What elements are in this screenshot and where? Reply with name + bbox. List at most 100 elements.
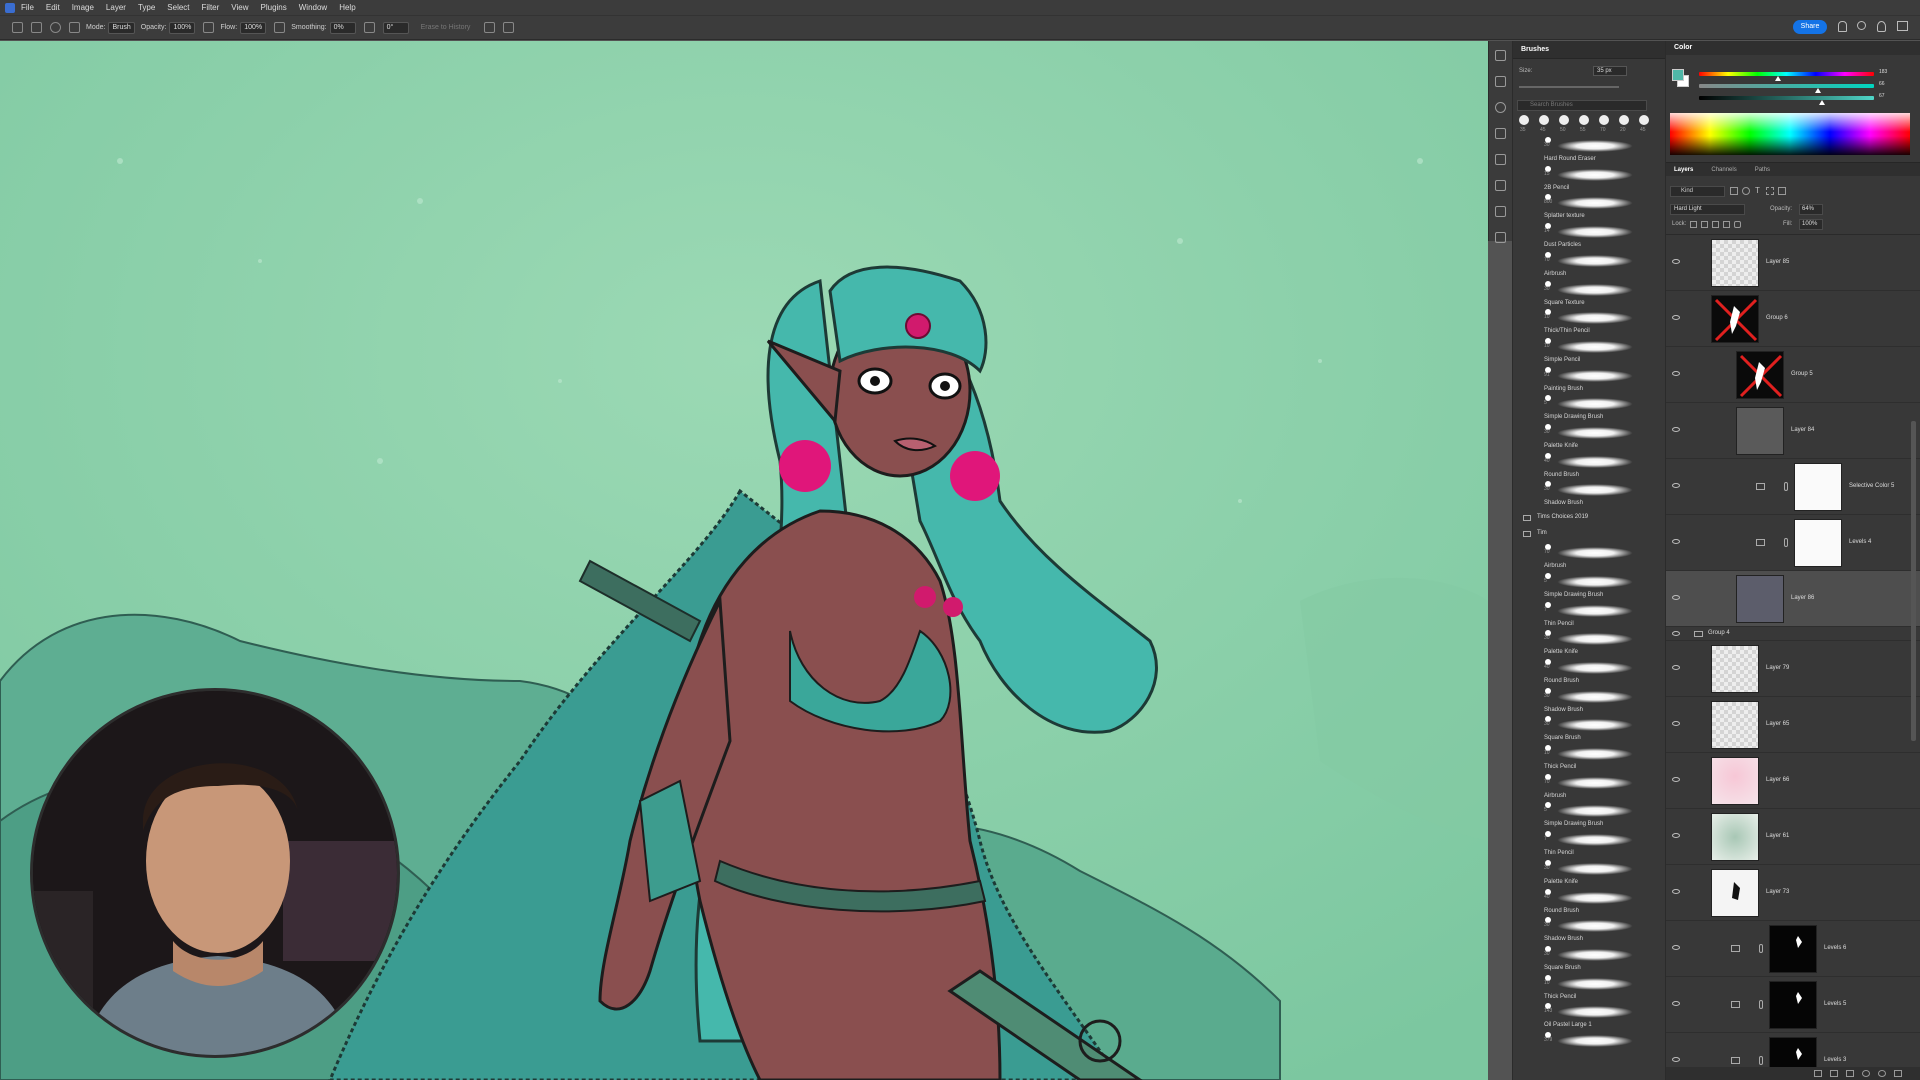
brush-preset-4[interactable]: [1599, 115, 1609, 125]
hue-slider[interactable]: [1699, 72, 1874, 76]
layer-row[interactable]: Levels 6: [1666, 921, 1920, 977]
gear-icon[interactable]: [363, 22, 375, 33]
visibility-eye-icon[interactable]: [1672, 631, 1680, 636]
brush-item[interactable]: 10 Thick/Thin Pencil: [1513, 308, 1666, 336]
lock-position-icon[interactable]: [1712, 221, 1719, 228]
actions-play-icon[interactable]: [1495, 76, 1506, 87]
layer-row[interactable]: Group 6: [1666, 291, 1920, 347]
blend-mode-select[interactable]: Hard Light: [1670, 204, 1745, 215]
filter-type-icon[interactable]: T: [1755, 186, 1760, 195]
tab-paths[interactable]: Paths: [1755, 167, 1770, 173]
visibility-eye-icon[interactable]: [1672, 371, 1680, 376]
filter-pixel-icon[interactable]: [1730, 187, 1738, 195]
menu-image[interactable]: Image: [72, 3, 94, 12]
visibility-eye-icon[interactable]: [1672, 777, 1680, 782]
smoothing-field[interactable]: 0%: [329, 21, 356, 34]
layer-row[interactable]: Layer 84: [1666, 403, 1920, 459]
libraries-icon[interactable]: [1495, 206, 1506, 217]
brush-preset-5[interactable]: [1619, 115, 1629, 125]
lock-pixels-icon[interactable]: [1701, 221, 1708, 228]
layer-group-row[interactable]: Group 4: [1666, 627, 1920, 641]
pressure-size-icon[interactable]: [484, 22, 496, 33]
properties-icon[interactable]: [1495, 232, 1506, 243]
layers-scrollbar[interactable]: [1911, 421, 1916, 741]
layer-row[interactable]: Layer 79: [1666, 641, 1920, 697]
brush-item[interactable]: 14 Dust Particles: [1513, 222, 1666, 250]
brush-item[interactable]: 30 Shadow Brush: [1513, 480, 1666, 508]
menu-layer[interactable]: Layer: [106, 3, 126, 12]
mode-select[interactable]: Brush: [108, 21, 135, 34]
size-field[interactable]: 35 px: [1593, 66, 1627, 76]
info-icon[interactable]: [1495, 102, 1506, 113]
link-chain-icon[interactable]: [1759, 1056, 1763, 1065]
layer-row[interactable]: Group 5: [1666, 347, 1920, 403]
workspace-icon[interactable]: [1897, 21, 1908, 31]
fill-field[interactable]: 100%: [1799, 219, 1823, 230]
menu-type[interactable]: Type: [138, 3, 155, 12]
share-button[interactable]: Share: [1793, 20, 1827, 34]
brightness-slider[interactable]: [1699, 96, 1874, 100]
link-chain-icon[interactable]: [1784, 538, 1788, 547]
brush-group-tim[interactable]: Tim: [1513, 527, 1666, 543]
lock-artboard-icon[interactable]: [1723, 221, 1730, 228]
brush-item[interactable]: 5 Simple Drawing Brush: [1513, 801, 1666, 829]
filter-smart-object-icon[interactable]: [1778, 187, 1786, 195]
pressure-opacity-icon[interactable]: [203, 22, 215, 33]
menu-edit[interactable]: Edit: [46, 3, 60, 12]
visibility-eye-icon[interactable]: [1672, 483, 1680, 488]
brush-item[interactable]: 10 Simple Pencil: [1513, 337, 1666, 365]
lightbulb-icon[interactable]: [1877, 21, 1886, 32]
tab-channels[interactable]: Channels: [1711, 167, 1736, 173]
airbrush-icon[interactable]: [274, 22, 286, 33]
brush-item[interactable]: 30 Square Brush: [1513, 715, 1666, 743]
brush-preset-3[interactable]: [1579, 115, 1589, 125]
brush-item[interactable]: 800 Splatter texture: [1513, 193, 1666, 221]
layer-row[interactable]: Selective Color 5: [1666, 459, 1920, 515]
layer-row[interactable]: Levels 3: [1666, 1033, 1920, 1067]
brush-item[interactable]: 40 Round Brush: [1513, 658, 1666, 686]
brush-item[interactable]: 7 Thin Pencil: [1513, 601, 1666, 629]
layer-row[interactable]: Layer 61: [1666, 809, 1920, 865]
visibility-eye-icon[interactable]: [1672, 1057, 1680, 1062]
filter-shape-icon[interactable]: [1766, 187, 1774, 195]
brush-item[interactable]: 379: [1513, 1031, 1666, 1059]
visibility-eye-icon[interactable]: [1672, 539, 1680, 544]
brush-item[interactable]: 30 Palette Knife: [1513, 859, 1666, 887]
layer-row[interactable]: Levels 5: [1666, 977, 1920, 1033]
brush-item[interactable]: 91 Painting Brush: [1513, 366, 1666, 394]
brush-item[interactable]: 70 Airbrush: [1513, 773, 1666, 801]
lock-all-icon[interactable]: [1734, 221, 1741, 228]
clone-source-icon[interactable]: [1495, 154, 1506, 165]
menu-window[interactable]: Window: [299, 3, 327, 12]
hue-value[interactable]: 183: [1879, 69, 1887, 75]
history-icon[interactable]: [1495, 50, 1506, 61]
fx-icon[interactable]: [1894, 1070, 1902, 1077]
filter-adjustment-icon[interactable]: [1742, 187, 1750, 195]
angle-field[interactable]: 0°: [382, 21, 409, 34]
brush-item[interactable]: 15 2B Pencil: [1513, 165, 1666, 193]
layer-row[interactable]: Layer 73: [1666, 865, 1920, 921]
add-mask-icon[interactable]: [1862, 1070, 1870, 1077]
brush-settings-panel-icon[interactable]: [1495, 128, 1506, 139]
tool-presets-icon[interactable]: [1495, 180, 1506, 191]
visibility-eye-icon[interactable]: [1672, 315, 1680, 320]
brush-search-input[interactable]: Search Brushes: [1517, 100, 1647, 111]
brush-item[interactable]: 70 Airbrush: [1513, 251, 1666, 279]
eraser-tool-icon[interactable]: [31, 22, 42, 33]
delete-layer-icon[interactable]: [1846, 1070, 1854, 1077]
new-layer-icon[interactable]: [1830, 1070, 1838, 1077]
menu-filter[interactable]: Filter: [202, 3, 220, 12]
brush-preset-0[interactable]: [1519, 115, 1529, 125]
visibility-eye-icon[interactable]: [1672, 259, 1680, 264]
color-spectrum[interactable]: [1670, 113, 1910, 155]
brush-preset-icon[interactable]: [50, 22, 61, 33]
brush-item[interactable]: 143 Oil Pastel Large 1: [1513, 1002, 1666, 1030]
menu-view[interactable]: View: [231, 3, 248, 12]
photoshop-logo-icon[interactable]: [5, 2, 15, 13]
new-group-icon[interactable]: [1814, 1070, 1822, 1077]
erase-to-history-label[interactable]: Erase to History: [421, 24, 471, 31]
opacity-field[interactable]: 100%: [169, 21, 196, 34]
adjustment-layer-icon[interactable]: [1878, 1070, 1886, 1077]
brush-item[interactable]: 10 Thick Pencil: [1513, 744, 1666, 772]
lock-transparent-icon[interactable]: [1690, 221, 1697, 228]
